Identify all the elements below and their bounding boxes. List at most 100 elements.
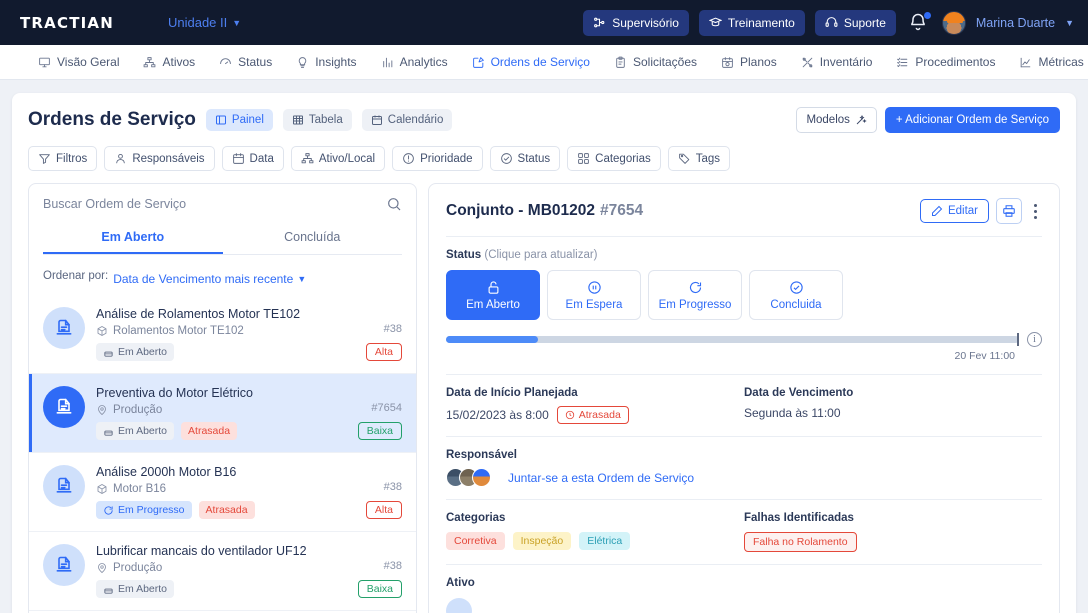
work-order-list-item[interactable]: Análise 2000h Motor B16 Motor B16 Em Progr… <box>29 453 416 532</box>
view-tab-painel[interactable]: Painel <box>205 109 273 131</box>
work-order-number: #38 <box>383 481 402 493</box>
search-input[interactable] <box>43 197 386 211</box>
dates-row: Data de Início Planejada 15/02/2023 às 8… <box>446 387 1042 424</box>
work-order-list-item[interactable]: Preventiva do Motor Elétrico Produção Em A… <box>29 374 416 453</box>
filter-label: Ativo/Local <box>318 152 376 165</box>
detail-number: #7654 <box>599 202 644 219</box>
user-name[interactable]: Marina Duarte <box>976 16 1055 30</box>
late-badge: Atrasada <box>556 406 629 424</box>
work-order-list-item[interactable]: Análise de Rolamentos Motor TE102 Rolamen… <box>29 295 416 374</box>
print-button[interactable] <box>996 198 1022 224</box>
calendar-icon <box>232 152 245 165</box>
status-button-em-aberto[interactable]: Em Aberto <box>446 270 540 320</box>
bar-chart-icon <box>381 56 394 69</box>
work-order-body: Análise 2000h Motor B16 Motor B16 Em Progr… <box>96 465 355 519</box>
support-button[interactable]: Suporte <box>814 9 896 36</box>
divider <box>446 374 1042 375</box>
nav-item-ordens-de-servi-o[interactable]: Ordens de Serviço <box>472 55 590 69</box>
open-lock-icon <box>103 347 114 358</box>
nav-item-status[interactable]: Status <box>219 55 272 69</box>
nav-item-invent-rio[interactable]: Inventário <box>801 55 872 69</box>
search-icon[interactable] <box>386 196 402 212</box>
nav-item-ativos[interactable]: Ativos <box>143 55 195 69</box>
supervisory-icon <box>593 16 606 29</box>
view-tab-tabela-label: Tabela <box>308 114 343 126</box>
faults-label: Falhas Identificadas <box>744 512 854 524</box>
filter-data[interactable]: Data <box>221 146 284 171</box>
status-button-concluida[interactable]: Concluida <box>749 270 843 320</box>
search-row <box>29 184 416 222</box>
work-order-number: #38 <box>383 323 402 335</box>
filter-respons-veis[interactable]: Responsáveis <box>104 146 215 171</box>
supervisory-button[interactable]: Supervisório <box>583 9 689 36</box>
progress-row: i <box>446 332 1042 347</box>
nav-item-solicita-es[interactable]: Solicitações <box>614 55 697 69</box>
join-work-order-link[interactable]: Juntar-se a esta Ordem de Serviço <box>508 471 694 485</box>
categories-faults-row: Categorias Corretiva Inspeção Elétrica F… <box>446 512 1042 552</box>
filter-filtros[interactable]: Filtros <box>28 146 98 171</box>
table-icon <box>292 114 304 126</box>
status-badge: Em Aberto <box>96 343 175 361</box>
late-badge: Atrasada <box>198 501 255 519</box>
status-badge-label: Em Aberto <box>118 425 168 437</box>
info-icon[interactable]: i <box>1027 332 1042 347</box>
panel-icon <box>215 114 227 126</box>
view-tab-tabela[interactable]: Tabela <box>282 109 352 131</box>
tab-concluida[interactable]: Concluída <box>223 222 403 254</box>
planned-start-value: 15/02/2023 às 8:00 <box>446 408 549 422</box>
pin-icon <box>96 562 108 574</box>
filter-ativo-local[interactable]: Ativo/Local <box>290 146 386 171</box>
work-order-number: #7654 <box>371 402 402 414</box>
work-order-list-item[interactable]: Lubrificar mancais do ventilador UF12 Pro… <box>29 532 416 611</box>
filter-tags[interactable]: Tags <box>667 146 731 171</box>
work-order-icon <box>43 544 85 586</box>
progress-track[interactable] <box>446 333 1019 346</box>
work-order-location: Rolamentos Motor TE102 <box>96 325 355 337</box>
training-button[interactable]: Treinamento <box>698 9 805 36</box>
avatar <box>941 10 966 35</box>
list-check-icon <box>896 56 909 69</box>
nav-item-planos[interactable]: Planos <box>721 55 777 69</box>
top-bar: TRACTIAN Unidade II ▼ Supervisório Trein… <box>0 0 1088 45</box>
tab-em-aberto[interactable]: Em Aberto <box>43 222 223 254</box>
filter-status[interactable]: Status <box>489 146 561 171</box>
nav-item-analytics[interactable]: Analytics <box>381 55 448 69</box>
models-button[interactable]: Modelos <box>796 107 877 133</box>
nav-item-label: Planos <box>740 55 777 69</box>
topbar-actions: Supervisório Treinamento Suporte Marina … <box>583 9 1074 36</box>
status-button-em-progresso[interactable]: Em Progresso <box>648 270 742 320</box>
work-order-number: #38 <box>383 560 402 572</box>
category-tag: Inspeção <box>512 532 572 550</box>
notifications-button[interactable] <box>908 11 931 34</box>
avatar <box>472 468 491 487</box>
filter-categorias[interactable]: Categorias <box>567 146 661 171</box>
status-button-em-espera[interactable]: Em Espera <box>547 270 641 320</box>
divider <box>446 436 1042 437</box>
nav-item-insights[interactable]: Insights <box>296 55 357 69</box>
unit-selector[interactable]: Unidade II ▼ <box>168 15 241 30</box>
view-tab-calendario[interactable]: Calendário <box>361 109 453 131</box>
categories-col: Categorias Corretiva Inspeção Elétrica <box>446 512 744 552</box>
detail-actions: Editar <box>919 198 1042 224</box>
nav-item-procedimentos[interactable]: Procedimentos <box>896 55 995 69</box>
more-options-button[interactable] <box>1029 203 1042 219</box>
tag-icon <box>678 152 691 165</box>
responsible-avatars <box>446 468 491 487</box>
progress-fill <box>446 336 538 343</box>
priority-badge: Alta <box>365 501 402 519</box>
user-menu-chevron-down-icon[interactable]: ▼ <box>1065 18 1074 28</box>
due-date-value: Segunda às 11:00 <box>744 406 841 420</box>
edit-button[interactable]: Editar <box>919 199 989 223</box>
add-work-order-button[interactable]: + Adicionar Ordem de Serviço <box>884 107 1060 133</box>
nav-item-vis-o-geral[interactable]: Visão Geral <box>38 55 119 69</box>
work-order-title: Preventiva do Motor Elétrico <box>96 386 254 400</box>
nav-item-m-tricas[interactable]: Métricas <box>1019 55 1084 69</box>
filter-prioridade[interactable]: Prioridade <box>392 146 483 171</box>
page-header: Ordens de Serviço Painel Tabela Calendár… <box>28 107 1060 133</box>
sort-value-dropdown[interactable]: Data de Vencimento mais recente ▼ <box>113 272 306 286</box>
calendar-icon <box>371 114 383 126</box>
work-order-tags: Em Aberto <box>96 343 355 361</box>
progress-icon <box>103 505 114 516</box>
work-order-detail-panel: Conjunto - MB01202 #7654 Editar Status (… <box>428 183 1060 613</box>
status-badge: Em Progresso <box>96 501 192 519</box>
